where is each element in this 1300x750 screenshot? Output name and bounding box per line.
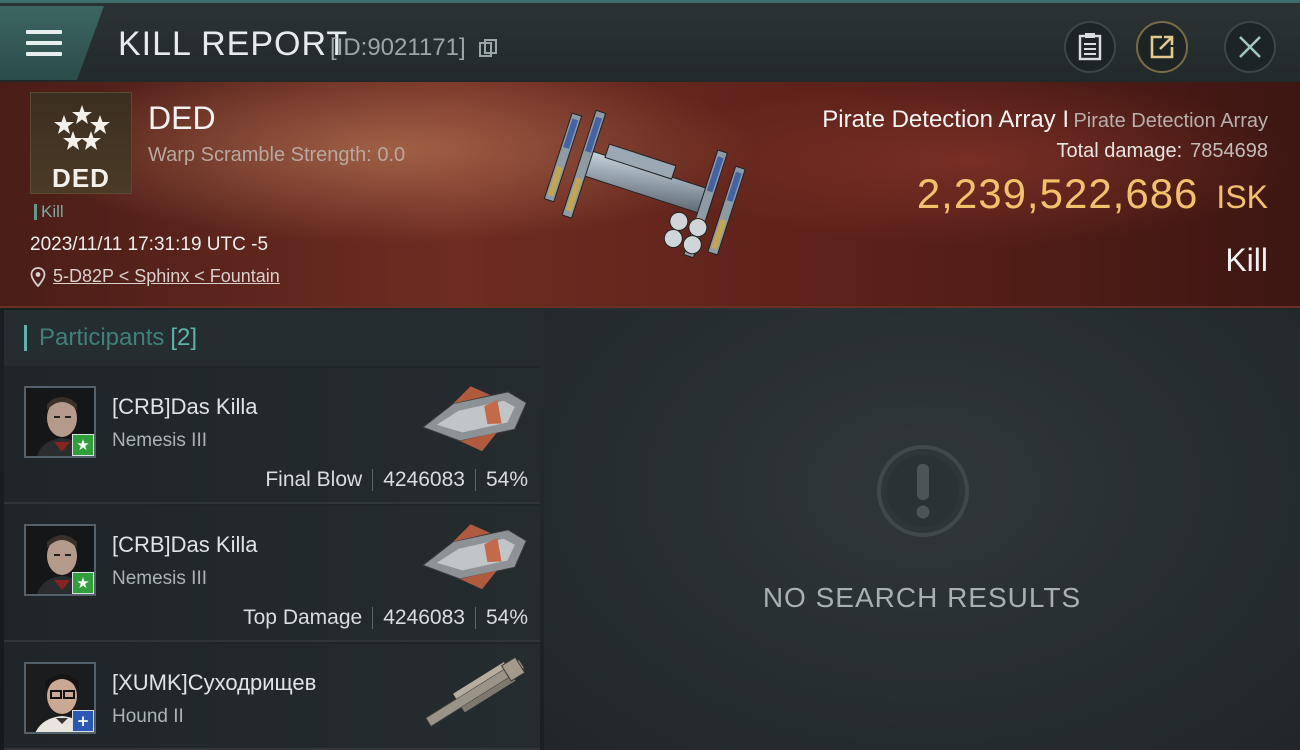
- corp-name[interactable]: DED: [148, 100, 216, 137]
- divider: [372, 469, 374, 491]
- divider: [474, 469, 476, 491]
- top-bar: KILL REPORT [ID:9021171]: [0, 0, 1300, 82]
- participant-name[interactable]: [CRB]Das Killa: [112, 394, 257, 420]
- participant-row[interactable]: ★ [CRB]Das Killa Nemesis III Top Damage …: [4, 506, 540, 642]
- victim-structure-image: [543, 109, 746, 259]
- isk-unit: ISK: [1216, 179, 1268, 215]
- participant-row[interactable]: + [XUMK]Суходрищев Hound II: [4, 644, 540, 750]
- participant-ship: Hound II: [112, 706, 184, 727]
- ship-image: [425, 656, 526, 728]
- ship-image: [421, 386, 527, 452]
- participants-label: Participants: [39, 324, 165, 351]
- divider: [474, 607, 476, 629]
- participant-stats: Top Damage 4246083 54%: [243, 606, 528, 630]
- stars-icon: [54, 105, 110, 150]
- kill-timestamp: 2023/11/11 17:31:19 UTC -5: [30, 234, 269, 255]
- victim-ship-name: Pirate Detection Array I: [822, 106, 1070, 133]
- clipboard-icon: [1078, 33, 1102, 61]
- warp-scramble-strength: Warp Scramble Strength: 0.0: [148, 144, 406, 166]
- location-text: 5-D82P < Sphinx < Fountain: [53, 266, 280, 286]
- empty-state-text: NO SEARCH RESULTS: [762, 582, 1082, 613]
- corp-logo: DED: [30, 92, 132, 194]
- participant-damage: 4246083: [383, 606, 465, 629]
- corp-badge-icon: ★: [72, 572, 94, 594]
- participant-name[interactable]: [XUMK]Суходрищев: [112, 670, 316, 696]
- participant-ship: Nemesis III: [112, 568, 208, 589]
- search-results-panel: NO SEARCH RESULTS: [544, 310, 1300, 750]
- location-link[interactable]: 5-D82P < Sphinx < Fountain: [30, 266, 280, 287]
- participants-header: Participants [2]: [4, 310, 540, 366]
- participant-role: Final Blow: [265, 468, 363, 491]
- exclamation-circle-icon: [877, 445, 969, 537]
- participants-count: [2]: [170, 324, 198, 351]
- share-button[interactable]: [1136, 21, 1188, 73]
- participant-role: Top Damage: [243, 606, 363, 629]
- participant-percent: 54%: [485, 606, 528, 629]
- isk-value: 2,239,522,686: [916, 170, 1199, 217]
- kill-result: Kill: [1225, 242, 1268, 278]
- header-accent-bar: [24, 325, 27, 351]
- share-icon: [1150, 35, 1174, 59]
- participant-name[interactable]: [CRB]Das Killa: [112, 532, 257, 558]
- corp-badge-icon: ★: [72, 434, 94, 456]
- victim-summary: DED DED Warp Scramble Strength: 0.0 Kill…: [0, 82, 1300, 308]
- victim-ship-type: Pirate Detection Array: [1073, 110, 1268, 132]
- map-pin-icon: [30, 266, 46, 287]
- participants-panel: Participants [2] ★ [CRB]Das Killa Nemesi…: [4, 310, 540, 750]
- divider: [372, 607, 374, 629]
- hamburger-menu-icon: [26, 30, 62, 56]
- participant-row[interactable]: ★ [CRB]Das Killa Nemesis III Final Blow …: [4, 368, 540, 504]
- copy-icon[interactable]: [478, 38, 498, 58]
- report-id: [ID:9021171]: [330, 34, 466, 61]
- total-damage-label: Total damage:: [1056, 140, 1183, 162]
- participant-stats: Final Blow 4246083 54%: [265, 468, 528, 492]
- participant-percent: 54%: [485, 468, 528, 491]
- menu-button[interactable]: [0, 6, 104, 80]
- participant-ship: Nemesis III: [112, 430, 208, 451]
- isk-loss: 2,239,522,686 ISK: [917, 170, 1268, 218]
- corp-badge-icon: +: [72, 710, 94, 732]
- total-damage-value: 7854698: [1190, 140, 1268, 162]
- participant-damage: 4246083: [383, 468, 465, 491]
- ship-image: [421, 524, 527, 590]
- total-damage: Total damage: 7854698: [1056, 140, 1268, 163]
- close-button[interactable]: [1224, 21, 1276, 73]
- close-icon: [1239, 36, 1261, 58]
- victim-name-line: Pirate Detection Array I Pirate Detectio…: [822, 106, 1268, 134]
- kill-type-tag: Kill: [34, 203, 64, 220]
- corp-logo-text: DED: [52, 163, 110, 193]
- page-title: KILL REPORT: [118, 25, 349, 63]
- clipboard-button[interactable]: [1064, 21, 1116, 73]
